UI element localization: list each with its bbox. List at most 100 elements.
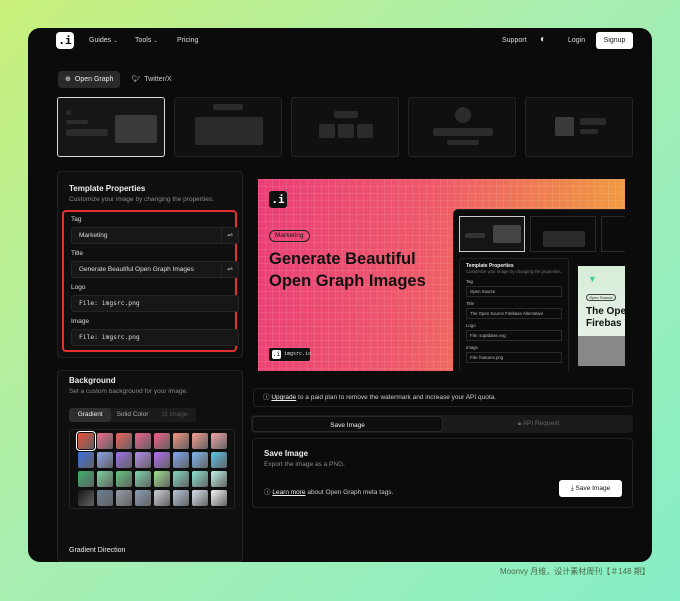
tab-image[interactable]: ⊡ Image [154,408,196,422]
template-tiles [57,97,633,157]
color-swatch[interactable] [75,430,96,451]
app-window: .i Guides ⌄ Tools ⌄ Pricing Support ◐ Logi… [28,28,652,562]
background-mode-tabs: Gradient Solid Color ⊡ Image [69,408,196,422]
template-tile[interactable] [174,97,282,157]
field-label: Tag [71,216,82,223]
image-file-input[interactable]: File: imgsrc.png [71,329,239,346]
color-swatch[interactable] [191,451,208,468]
upgrade-notice: ⓘ Upgrade to a paid plan to remove the w… [253,388,633,407]
template-properties-panel: Template Properties Customize your image… [57,171,243,358]
app-logo[interactable]: .i [56,32,74,49]
template-tile[interactable] [57,97,165,157]
globe-icon: ⊕ [65,76,71,83]
export-tabs: Save Image 🔒︎ API Request [251,415,633,433]
learn-more-text: ⓘ Learn more about Open Graph meta tags. [264,489,394,496]
top-nav: .i Guides ⌄ Tools ⌄ Pricing Support ◐ Logi… [28,28,652,54]
field-label: Logo [71,284,86,291]
chevron-down-icon: ⌄ [113,38,118,44]
background-panel: Background Set a custom background for y… [57,370,243,562]
watermark-logo: .i [272,350,281,359]
color-swatch[interactable] [210,470,227,487]
preview-screenshot: Template Properties Customize your image… [453,209,625,371]
color-swatch[interactable] [134,470,151,487]
preview-tag: Marketing [269,230,310,242]
color-swatch[interactable] [134,451,151,468]
inner-panel: Template Properties Customize your image… [459,258,569,371]
save-subtitle: Export the image as a PNG. [264,461,345,468]
tab-solid-color[interactable]: Solid Color [111,408,153,422]
color-swatch[interactable] [172,489,189,506]
color-swatch[interactable] [153,470,170,487]
color-swatch[interactable] [210,489,227,506]
color-swatch[interactable] [77,489,94,506]
chevron-down-icon: ⌄ [153,38,158,44]
title-input[interactable]: Generate Beautiful Open Graph Images ⇌ [71,261,239,278]
upgrade-link[interactable]: Upgrade [271,394,296,401]
color-swatch[interactable] [115,489,132,506]
color-swatch[interactable] [153,451,170,468]
color-swatch[interactable] [172,432,189,449]
template-tile[interactable] [408,97,516,157]
save-image-section: Save Image Export the image as a PNG. ⓘ … [252,438,633,508]
panel-title: Template Properties [69,184,146,193]
learn-more-link[interactable]: Learn more [272,489,305,496]
signup-button[interactable]: Signup [596,32,633,49]
panel-title: Background [69,376,116,385]
save-title: Save Image [264,449,309,458]
tab-save-image[interactable]: Save Image [252,416,443,432]
sliders-icon[interactable]: ⇌ [221,228,238,243]
highlight-box: Tag Marketing ⇌ Title Generate Beautiful … [62,210,239,352]
field-label: Image [71,318,90,325]
nav-guides[interactable]: Guides ⌄ [89,37,117,44]
save-image-button[interactable]: ⤓ Save Image [559,480,622,497]
color-swatch[interactable] [115,432,132,449]
theme-toggle-icon[interactable]: ◐ [540,34,546,45]
preview-heading: Generate Beautiful Open Graph Images [269,250,426,290]
bolt-icon: ▼ [588,274,597,284]
gradient-direction-label: Gradient Direction [69,547,126,554]
og-image-preview: .i Marketing Generate Beautiful Open Gra… [258,179,625,371]
nav-pricing[interactable]: Pricing [177,37,198,44]
color-swatch[interactable] [191,432,208,449]
color-swatch[interactable] [172,470,189,487]
nav-support[interactable]: Support [502,37,527,44]
template-tile[interactable] [525,97,633,157]
color-swatch[interactable] [77,451,94,468]
color-swatch[interactable] [210,451,227,468]
format-tabs: ⊕ Open Graph 🐦︎ Twitter/X [58,71,179,88]
color-swatch[interactable] [96,470,113,487]
watermark: .i imgsrc.io [269,348,311,361]
template-tile[interactable] [291,97,399,157]
nav-tools[interactable]: Tools ⌄ [135,37,158,44]
twitter-icon: 🐦︎ [131,76,141,83]
caption: Moonvy 月维，设计素材周刊【＃148 期】 [500,567,650,576]
preview-logo: .i [269,191,287,208]
color-swatch[interactable] [172,451,189,468]
color-swatch[interactable] [210,432,227,449]
color-swatch[interactable] [134,489,151,506]
field-label: Title [71,250,84,257]
color-swatch[interactable] [191,470,208,487]
nav-login[interactable]: Login [568,37,585,44]
tab-open-graph[interactable]: ⊕ Open Graph [58,71,121,88]
panel-subtitle: Customize your image by changing the pro… [69,196,214,203]
color-swatch[interactable] [134,432,151,449]
sliders-icon[interactable]: ⇌ [221,262,238,277]
tab-api-request[interactable]: 🔒︎ API Request [444,415,633,433]
tab-twitter[interactable]: 🐦︎ Twitter/X [124,71,178,88]
inner-card: ▼ Open Source The Ope Firebas [578,266,625,366]
color-swatch[interactable] [153,489,170,506]
logo-file-input[interactable]: File: imgsrc.png [71,295,239,312]
swatch-grid [69,429,235,509]
panel-subtitle: Set a custom background for your image. [69,388,188,395]
tag-input[interactable]: Marketing ⇌ [71,227,239,244]
color-swatch[interactable] [96,432,113,449]
color-swatch[interactable] [191,489,208,506]
color-swatch[interactable] [153,432,170,449]
color-swatch[interactable] [96,489,113,506]
color-swatch[interactable] [115,470,132,487]
color-swatch[interactable] [115,451,132,468]
tab-gradient[interactable]: Gradient [69,408,112,422]
color-swatch[interactable] [77,470,94,487]
color-swatch[interactable] [96,451,113,468]
